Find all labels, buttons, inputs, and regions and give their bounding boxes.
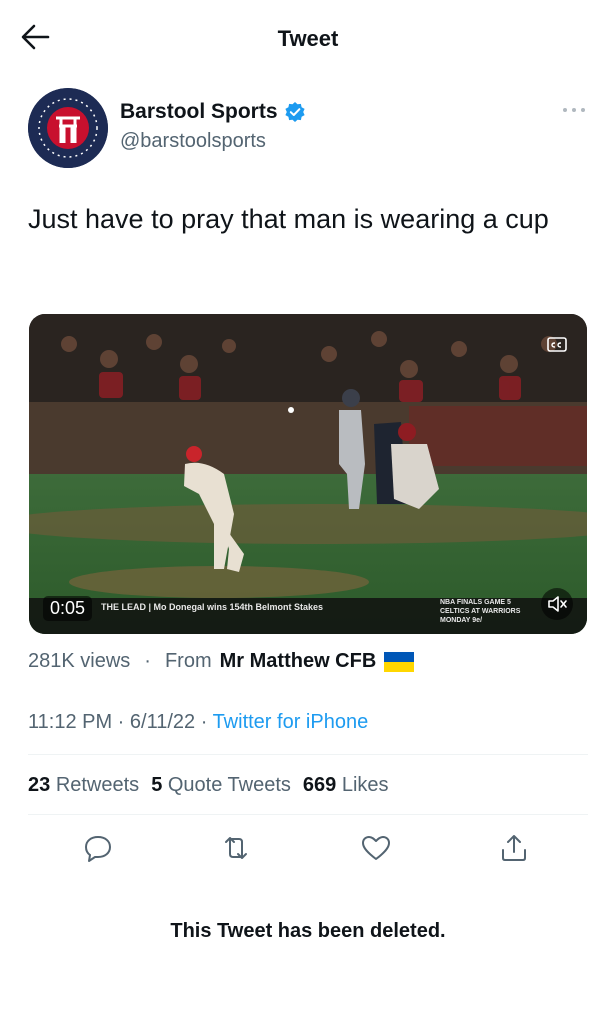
likes-label: Likes [341,774,389,796]
page-title: Tweet [277,26,339,51]
retweet-icon[interactable] [218,830,254,866]
from-label: From [164,650,212,672]
deleted-tweet-notice: This Tweet has been deleted. [170,920,446,942]
quote-tweets-stat[interactable]: 5 Quote Tweets [151,774,291,797]
timestamp[interactable]: 11:12 PM · 6/11/22 · [28,711,213,733]
video-frame [29,314,587,634]
timestamp-row: 11:12 PM · 6/11/22 · Twitter for iPhone [28,711,368,734]
more-options-icon[interactable] [560,102,588,118]
ticker-schedule-line3: MONDAY 9e/ [440,617,483,624]
video-duration: 0:05 [43,596,93,621]
retweets-count: 23 [28,774,51,796]
ticker-schedule-line1: NBA FINALS GAME 5 [440,599,511,606]
handle[interactable]: @barstoolsports [120,130,266,153]
tweet-text: Just have to pray that man is wearing a … [28,204,549,234]
ticker-schedule: NBA FINALS GAME 5 CELTICS AT WARRIORS MO… [440,598,520,625]
avatar[interactable] [28,88,108,168]
quotes-label: Quote Tweets [167,774,291,796]
like-icon[interactable] [358,830,394,866]
mute-icon[interactable] [541,588,573,620]
action-bar [28,830,588,866]
quotes-count: 5 [151,774,163,796]
video-player[interactable]: 0:05 THE LEAD | Mo Donegal wins 154th Be… [29,314,587,634]
likes-stat[interactable]: 669 Likes [303,774,389,797]
views-row: 281K views · From Mr Matthew CFB [28,650,415,673]
tweet-author: Barstool Sports @barstoolsports [28,88,588,168]
engagement-stats: 23 Retweets 5 Quote Tweets 669 Likes [28,774,389,797]
source-link[interactable]: Twitter for iPhone [213,711,369,733]
display-name[interactable]: Barstool Sports [120,100,306,124]
share-icon[interactable] [496,830,532,866]
ticker-headline: THE LEAD | Mo Donegal wins 154th Belmont… [101,602,324,612]
likes-count: 669 [302,774,337,796]
reply-icon[interactable] [80,830,116,866]
retweets-stat[interactable]: 23 Retweets [28,774,139,797]
retweets-label: Retweets [55,774,140,796]
separator: · [144,650,151,672]
view-count: 281K views [28,650,131,672]
closed-captions-icon[interactable] [547,336,569,354]
ukraine-flag-icon [384,651,415,672]
top-bar: Tweet [0,0,616,78]
from-account-link[interactable]: Mr Matthew CFB [220,650,377,673]
ticker-schedule-line2: CELTICS AT WARRIORS [440,608,521,615]
display-name-text: Barstool Sports [120,100,278,123]
verified-badge-icon [284,102,305,122]
divider [28,754,588,755]
divider [28,814,588,815]
